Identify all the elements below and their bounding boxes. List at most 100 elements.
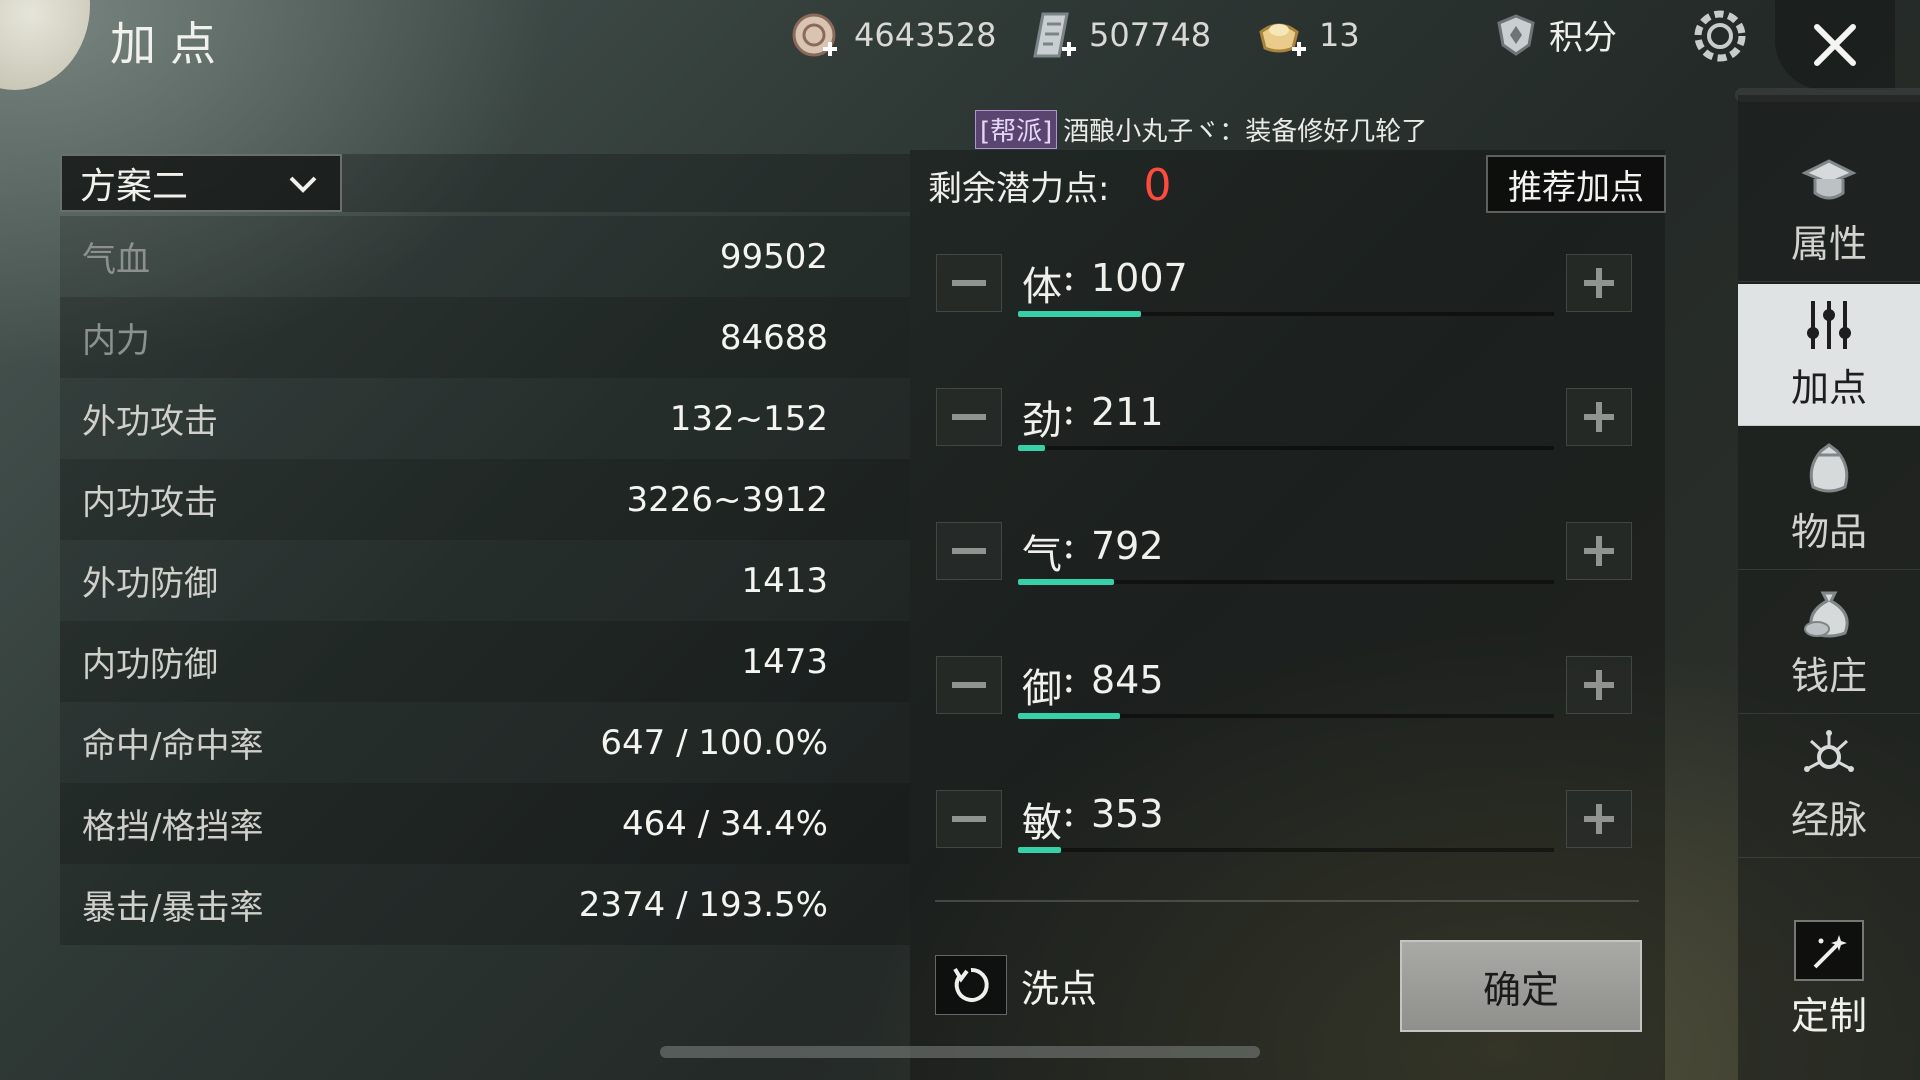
attr-progress-track (1018, 311, 1554, 317)
nav-item-add-points[interactable]: 加点 (1738, 284, 1920, 426)
attr-progress-track (1018, 847, 1554, 853)
gold-currency[interactable]: 4643528 (790, 10, 997, 60)
attr-name: 敏 (1022, 800, 1062, 846)
stats-list: 气血 99502 内力 84688 外功攻击 132~152 内功攻击 3226… (60, 216, 910, 945)
nav-item-bank[interactable]: 钱庄 (1738, 572, 1920, 714)
attr-progress-fill (1018, 579, 1115, 585)
minus-icon (952, 816, 986, 822)
sliders-icon (1807, 301, 1851, 349)
scheme-dropdown[interactable]: 方案二 (60, 154, 342, 212)
nav-label: 属性 (1790, 222, 1867, 266)
ingot-plus-icon (1259, 23, 1306, 56)
nav-label: 加点 (1790, 366, 1867, 410)
attr-progress-track (1018, 713, 1554, 719)
attr-value: 792 (1091, 524, 1164, 568)
stat-name: 内力 (82, 321, 150, 361)
minus-icon (952, 414, 986, 420)
chat-ticker[interactable]: [帮派] 酒酿小丸子ヾ：装备修好几轮了 (975, 110, 1427, 149)
increase-button[interactable] (1566, 522, 1632, 580)
reset-icon (935, 955, 1007, 1015)
increase-button[interactable] (1566, 254, 1632, 312)
attr-row-constitution: 体 : 1007 (936, 254, 1640, 317)
attr-colon: : (1062, 522, 1076, 568)
magic-wand-icon (1794, 920, 1864, 981)
ingot-amount: 13 (1319, 16, 1360, 54)
plus-icon (1584, 536, 1614, 566)
minus-icon (952, 548, 986, 554)
stat-row-int-attack: 内功攻击 3226~3912 (60, 459, 910, 540)
stat-row-crit: 暴击/暴击率 2374 / 193.5% (60, 864, 910, 945)
stat-row-hit: 命中/命中率 647 / 100.0% (60, 702, 910, 783)
attr-name: 御 (1022, 666, 1062, 712)
stat-row-ext-attack: 外功攻击 132~152 (60, 378, 910, 459)
attr-row-agility: 敏 : 353 (936, 790, 1640, 853)
shield-score-icon (1497, 13, 1535, 56)
close-button[interactable] (1775, 0, 1895, 90)
plus-icon (1584, 268, 1614, 298)
wash-points-button[interactable]: 洗点 (935, 955, 1097, 1015)
gold-amount: 4643528 (854, 16, 997, 54)
minus-icon (952, 682, 986, 688)
silver-currency[interactable]: 507748 (1025, 10, 1211, 60)
attr-row-defense: 御 : 845 (936, 656, 1640, 719)
divider (935, 900, 1639, 902)
decrease-button[interactable] (936, 254, 1002, 312)
customize-button[interactable]: 定制 (1738, 920, 1920, 1040)
money-bag-icon (1804, 591, 1849, 638)
decrease-button[interactable] (936, 656, 1002, 714)
nav-item-meridians[interactable]: 经脉 (1738, 716, 1920, 858)
attr-row-qi: 气 : 792 (936, 522, 1640, 585)
attr-colon: : (1062, 790, 1076, 836)
attr-progress-fill (1018, 713, 1120, 719)
plus-icon (1584, 670, 1614, 700)
nav-label: 钱庄 (1790, 654, 1867, 698)
attr-name: 气 (1022, 532, 1062, 578)
scrollbar[interactable] (660, 1046, 1260, 1058)
stat-name: 外功防御 (82, 564, 218, 604)
stat-value: 99502 (719, 236, 828, 277)
top-bar: 加点 4643528 507748 13 积分 (0, 0, 1920, 90)
stat-value: 1473 (741, 641, 828, 682)
stats-header-bar (342, 154, 910, 212)
plus-icon (1584, 402, 1614, 432)
confirm-button[interactable]: 确定 (1400, 940, 1642, 1032)
increase-button[interactable] (1566, 790, 1632, 848)
stat-value: 647 / 100.0% (600, 722, 828, 763)
decrease-button[interactable] (936, 388, 1002, 446)
stat-row-block: 格挡/格挡率 464 / 34.4% (60, 783, 910, 864)
stat-value: 2374 / 193.5% (578, 884, 828, 925)
attr-value: 353 (1091, 792, 1164, 836)
chevron-down-icon (289, 176, 317, 193)
remaining-points: 剩余潜力点: 0 (928, 160, 1171, 211)
stat-name: 格挡/格挡率 (82, 807, 264, 847)
stat-row-hp: 气血 99502 (60, 216, 910, 297)
decrease-button[interactable] (936, 522, 1002, 580)
meridian-icon (1804, 730, 1854, 772)
recommend-button[interactable]: 推荐加点 (1486, 155, 1666, 213)
attr-progress-track (1018, 579, 1554, 585)
nav-item-attributes[interactable]: 属性 (1738, 140, 1920, 282)
close-icon (1814, 24, 1856, 66)
stat-value: 132~152 (669, 398, 828, 439)
score-button[interactable]: 积分 (1495, 10, 1617, 59)
ingot-currency[interactable]: 13 (1255, 10, 1360, 60)
increase-button[interactable] (1566, 656, 1632, 714)
nav-label: 经脉 (1790, 798, 1867, 842)
plus-icon (1584, 804, 1614, 834)
decrease-button[interactable] (936, 790, 1002, 848)
attribute-hat-icon (1801, 159, 1857, 200)
attr-progress-fill (1018, 847, 1061, 853)
nav-label: 物品 (1790, 510, 1867, 554)
increase-button[interactable] (1566, 388, 1632, 446)
chat-message: 酒酿小丸子ヾ：装备修好几轮了 (1063, 117, 1428, 147)
silver-scroll-plus-icon (1033, 12, 1076, 58)
stat-name: 外功攻击 (82, 402, 218, 442)
stat-row-mp: 内力 84688 (60, 297, 910, 378)
stat-value: 464 / 34.4% (622, 803, 828, 844)
nav-item-items[interactable]: 物品 (1738, 428, 1920, 570)
minus-icon (952, 280, 986, 286)
attr-progress-fill (1018, 445, 1045, 451)
attr-colon: : (1062, 388, 1076, 434)
attr-row-strength: 劲 : 211 (936, 388, 1640, 451)
settings-gear-icon[interactable] (1690, 6, 1750, 66)
